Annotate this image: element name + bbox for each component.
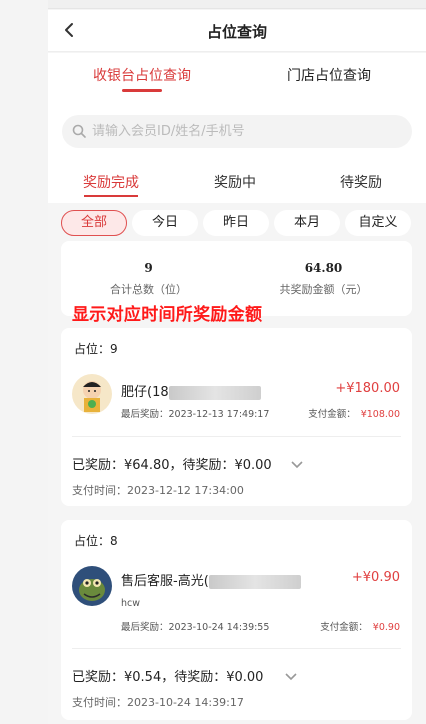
pay-amount-value: ¥0.90: [372, 622, 400, 633]
redacted-phone: [168, 385, 261, 400]
seat-number: 占位：8: [74, 534, 118, 548]
redacted-phone: [208, 574, 301, 589]
last-reward-row: 最后奖励：2023-12-13 17:49:17 支付金额： ¥108.00: [121, 406, 400, 420]
chevron-down-icon[interactable]: [283, 668, 299, 684]
search-box[interactable]: [62, 115, 412, 148]
window-top-edge: [0, 0, 426, 9]
page-title: 占位查询: [206, 23, 267, 41]
search-area: [48, 103, 426, 161]
chip-this-month[interactable]: 本月: [274, 210, 340, 236]
pay-amount-label: 支付金额：: [308, 409, 356, 420]
pay-amount-group: 支付金额： ¥0.90: [320, 619, 400, 633]
main-tabs: 收银台占位查询 门店占位查询: [48, 53, 426, 103]
member-name: 肥仔(18: [121, 381, 261, 400]
tab-label: 待奖励: [340, 175, 382, 191]
chip-custom[interactable]: 自定义: [345, 210, 411, 236]
reward-amount: +¥180.00: [335, 381, 400, 396]
red-annotation-text: 显示对应时间所奖励金额: [72, 305, 263, 325]
total-count-label: 合计总数（位）: [110, 283, 187, 296]
last-reward-time: 最后奖励：2023-12-13 17:49:17: [121, 409, 270, 420]
pay-amount-group: 支付金额： ¥108.00: [308, 406, 400, 420]
tab-rewarding[interactable]: 奖励中: [214, 172, 256, 192]
tab-reward-complete[interactable]: 奖励完成: [83, 172, 139, 197]
seat-record-card[interactable]: 占位：9 肥仔(18 +¥180.00 最后奖励：2023-12-13 17:4…: [61, 328, 412, 506]
chip-today[interactable]: 今日: [132, 210, 198, 236]
tab-cashier-seat-query[interactable]: 收银台占位查询: [93, 65, 191, 92]
left-margin: [0, 0, 48, 724]
tab-label: 奖励完成: [83, 175, 139, 191]
total-count-stat: 9 合计总数（位）: [61, 261, 236, 297]
search-icon: [72, 124, 86, 138]
avatar: [72, 566, 112, 606]
tab-pending-reward[interactable]: 待奖励: [340, 172, 382, 192]
tab-label: 门店占位查询: [287, 68, 371, 84]
date-filter-chips: 全部 今日 昨日 本月 自定义: [48, 203, 426, 245]
total-reward-value: 64.80: [304, 261, 343, 275]
member-name: 售后客服-高光(: [121, 570, 301, 589]
app-screen: 占位查询 收银台占位查询 门店占位查询 奖励完成 奖励中 待奖励: [48, 10, 426, 724]
chip-all[interactable]: 全部: [61, 210, 127, 236]
total-count-value: 9: [144, 261, 153, 275]
search-input[interactable]: [92, 115, 402, 148]
reward-amount: +¥0.90: [351, 570, 400, 585]
pay-amount-value: ¥108.00: [360, 409, 400, 420]
seat-number: 占位：9: [74, 342, 118, 356]
chip-yesterday[interactable]: 昨日: [203, 210, 269, 236]
divider: [72, 436, 401, 437]
total-reward-stat: 64.80 共奖励金额（元）: [236, 261, 411, 297]
active-tab-underline: [122, 89, 162, 92]
member-name-text: 售后客服-高光(: [121, 574, 209, 589]
avatar: [72, 374, 112, 414]
tab-label: 收银台占位查询: [93, 68, 191, 84]
seat-record-card[interactable]: 占位：8 售后客服-高光( +¥0.90 hcw 最后奖励：2023-10-24…: [61, 520, 412, 720]
member-nickname: hcw: [121, 598, 141, 609]
reward-status: 已奖励：¥0.54，待奖励：¥0.00: [72, 670, 264, 685]
chevron-down-icon[interactable]: [289, 456, 305, 472]
reward-status: 已奖励：¥64.80，待奖励：¥0.00: [72, 458, 272, 473]
pay-time: 支付时间：2023-12-12 17:34:00: [72, 484, 244, 497]
header-bar: 占位查询: [48, 10, 426, 52]
active-tab-underline: [84, 195, 138, 197]
last-reward-row: 最后奖励：2023-10-24 14:39:55 支付金额： ¥0.90: [121, 619, 400, 633]
status-tabs: 奖励完成 奖励中 待奖励: [48, 161, 426, 203]
pay-amount-label: 支付金额：: [320, 622, 368, 633]
cartoon-avatar-icon: [72, 374, 112, 414]
total-reward-label: 共奖励金额（元）: [279, 283, 368, 296]
tab-label: 奖励中: [214, 175, 256, 191]
pay-time: 支付时间：2023-10-24 14:39:17: [72, 696, 244, 709]
divider: [72, 648, 401, 649]
tab-store-seat-query[interactable]: 门店占位查询: [287, 65, 371, 85]
member-name-text: 肥仔(18: [121, 385, 169, 400]
cartoon-avatar-icon: [72, 566, 112, 606]
last-reward-time: 最后奖励：2023-10-24 14:39:55: [121, 622, 270, 633]
